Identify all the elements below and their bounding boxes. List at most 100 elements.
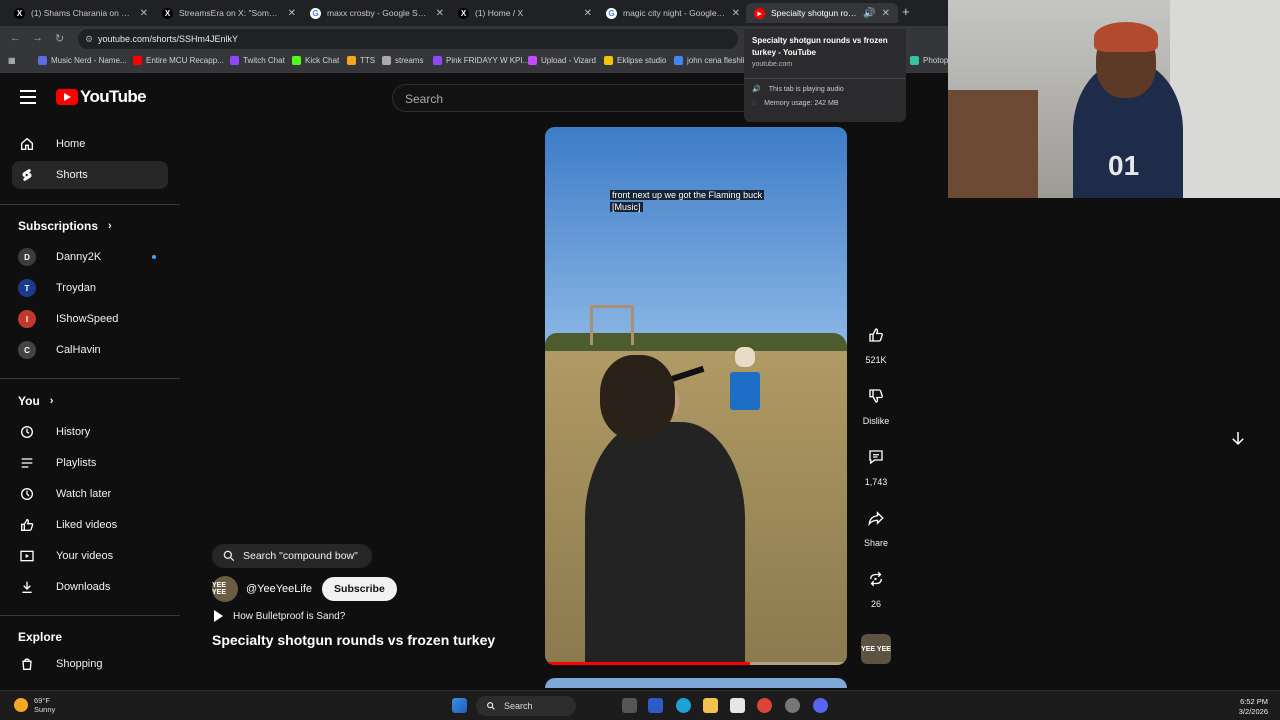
close-tab-icon[interactable]: ✕ bbox=[140, 8, 148, 19]
close-tab-icon[interactable]: ✕ bbox=[436, 8, 444, 19]
browser-tab[interactable]: X (1) Shams Charania on X: "Wa ✕ bbox=[6, 3, 156, 23]
close-tab-icon[interactable]: ✕ bbox=[882, 8, 890, 19]
windows-start-icon[interactable] bbox=[452, 698, 467, 713]
sound-channel-thumbnail[interactable]: YEE YEE bbox=[861, 634, 891, 664]
channel-avatar[interactable]: YEE YEE bbox=[212, 576, 238, 602]
bookmark[interactable]: Entire MCU Recapp... bbox=[133, 56, 224, 65]
sidebar-item-subscription[interactable]: I IShowSpeed bbox=[12, 305, 168, 333]
bookmark[interactable]: Twitch Chat bbox=[230, 56, 285, 65]
remix-button[interactable] bbox=[859, 562, 893, 596]
share-action[interactable]: Share bbox=[858, 501, 894, 548]
search-suggestion-chip[interactable]: Search "compound bow" bbox=[212, 544, 372, 568]
sidebar-item-watch-later[interactable]: Watch later bbox=[12, 480, 168, 508]
bookmark[interactable]: Kick Chat bbox=[292, 56, 339, 65]
bookmark[interactable]: john cena fleshlig bbox=[674, 56, 749, 65]
thumbs-up-icon bbox=[18, 516, 36, 534]
video-target-frame bbox=[590, 305, 634, 345]
forward-icon[interactable]: → bbox=[32, 32, 43, 44]
browser-tab[interactable]: X StreamsEra on X: "Some girls a ✕ bbox=[154, 3, 304, 23]
next-short-button[interactable] bbox=[1220, 420, 1256, 456]
google-logo-icon: G bbox=[310, 7, 321, 19]
url-bar[interactable]: ⚙ youtube.com/shorts/SSHm4JEnlkY bbox=[78, 29, 738, 49]
close-tab-icon[interactable]: ✕ bbox=[732, 8, 740, 19]
remix-action[interactable]: 26 bbox=[858, 562, 894, 609]
comments-button[interactable] bbox=[859, 440, 893, 474]
related-video-link[interactable]: How Bulletproof is Sand? bbox=[214, 610, 345, 622]
menu-icon[interactable] bbox=[20, 90, 36, 104]
browser-tab-active[interactable]: ▸ Specialty shotgun rounds v 🔊 ✕ bbox=[746, 3, 898, 23]
share-button[interactable] bbox=[859, 501, 893, 535]
video-title[interactable]: Specialty shotgun rounds vs frozen turke… bbox=[212, 632, 495, 648]
sidebar-item-home[interactable]: Home bbox=[12, 130, 168, 158]
sidebar-item-your-videos[interactable]: Your videos bbox=[12, 542, 168, 570]
bookmark[interactable]: Photop bbox=[910, 56, 948, 65]
memory-icon: ◌ bbox=[752, 100, 757, 107]
back-icon[interactable]: ← bbox=[10, 32, 21, 44]
audio-status: 🔊 This tab is playing audio bbox=[752, 85, 844, 94]
youtube-logo[interactable]: YouTube bbox=[56, 87, 147, 107]
bookmark[interactable]: streams bbox=[382, 56, 423, 65]
file-explorer-icon[interactable] bbox=[703, 698, 718, 713]
bookmark[interactable]: Pink FRIDAYY W KPI... bbox=[433, 56, 529, 65]
close-tab-icon[interactable]: ✕ bbox=[288, 8, 296, 19]
store-icon[interactable] bbox=[730, 698, 745, 713]
dislike-action[interactable]: Dislike bbox=[858, 379, 894, 426]
your-videos-icon bbox=[18, 547, 36, 565]
close-tab-icon[interactable]: ✕ bbox=[584, 8, 592, 19]
browser-tab[interactable]: X (1) Home / X ✕ bbox=[450, 3, 600, 23]
obs-icon[interactable] bbox=[785, 698, 800, 713]
chrome-icon[interactable] bbox=[757, 698, 772, 713]
you-heading[interactable]: You › bbox=[18, 394, 53, 408]
sidebar-item-subscription[interactable]: C CalHavin bbox=[12, 336, 168, 364]
bookmark[interactable]: Music Nerd - Name... bbox=[38, 56, 127, 65]
task-view-icon[interactable] bbox=[622, 698, 637, 713]
bookmark[interactable]: Eklipse studio bbox=[604, 56, 666, 65]
kick-logo-icon bbox=[292, 56, 301, 65]
channel-name[interactable]: @YeeYeeLife bbox=[246, 583, 312, 595]
sidebar-item-history[interactable]: History bbox=[12, 418, 168, 446]
like-action[interactable]: 521K bbox=[858, 318, 894, 365]
copilot-icon[interactable] bbox=[648, 698, 663, 713]
new-tab-icon[interactable]: + bbox=[902, 4, 910, 19]
edge-icon[interactable] bbox=[676, 698, 691, 713]
audio-playing-icon[interactable]: 🔊 bbox=[863, 8, 875, 19]
youtube-logo-icon bbox=[133, 56, 142, 65]
browser-tab[interactable]: G magic city night - Google Sear ✕ bbox=[598, 3, 748, 23]
comments-action[interactable]: 1,743 bbox=[858, 440, 894, 487]
divider bbox=[744, 78, 906, 79]
webcam-door bbox=[1170, 0, 1280, 198]
subscribe-button[interactable]: Subscribe bbox=[322, 577, 397, 601]
taskbar-search[interactable]: Search bbox=[476, 696, 576, 716]
discord-icon[interactable] bbox=[813, 698, 828, 713]
subscriptions-heading[interactable]: Subscriptions › bbox=[18, 219, 112, 233]
sidebar-item-downloads[interactable]: Downloads bbox=[12, 573, 168, 601]
sidebar-item-playlists[interactable]: Playlists bbox=[12, 449, 168, 477]
sidebar-item-subscription[interactable]: T Troydan bbox=[12, 274, 168, 302]
eklipse-logo-icon bbox=[604, 56, 613, 65]
home-icon bbox=[18, 135, 36, 153]
video-progress-bar[interactable] bbox=[545, 662, 847, 665]
bookmark[interactable]: Upload - Vizard bbox=[528, 56, 596, 65]
apps-grid-icon[interactable]: ▦ bbox=[8, 56, 16, 65]
url-text: youtube.com/shorts/SSHm4JEnlkY bbox=[98, 34, 239, 44]
site-info-icon[interactable]: ⚙ bbox=[85, 34, 93, 45]
twitch-logo-icon bbox=[230, 56, 239, 65]
search-input[interactable]: Search bbox=[392, 84, 752, 112]
dislike-button[interactable] bbox=[859, 379, 893, 413]
sidebar-item-subscription[interactable]: D Danny2K bbox=[12, 243, 168, 271]
short-video-player[interactable]: front next up we got the Flaming buck [M… bbox=[545, 127, 847, 665]
sidebar-item-shorts[interactable]: Shorts bbox=[12, 161, 168, 189]
browser-tab[interactable]: G maxx crosby - Google Search ✕ bbox=[302, 3, 452, 23]
sidebar-item-shopping[interactable]: Shopping bbox=[12, 650, 168, 678]
thumbs-down-icon bbox=[869, 389, 883, 403]
weather-widget[interactable]: 69°F Sunny bbox=[14, 696, 55, 714]
webcam-overlay: 01 bbox=[948, 0, 1280, 198]
reload-icon[interactable]: ↻ bbox=[55, 32, 64, 45]
bookmark[interactable]: TTS bbox=[347, 56, 375, 65]
next-short-preview[interactable] bbox=[545, 678, 847, 688]
divider bbox=[0, 615, 180, 616]
sidebar-item-liked-videos[interactable]: Liked videos bbox=[12, 511, 168, 539]
system-clock[interactable]: 6:52 PM 3/2/2026 bbox=[1239, 697, 1268, 717]
like-button[interactable] bbox=[859, 318, 893, 352]
tab-hover-card: Specialty shotgun rounds vs frozen turke… bbox=[744, 29, 906, 122]
